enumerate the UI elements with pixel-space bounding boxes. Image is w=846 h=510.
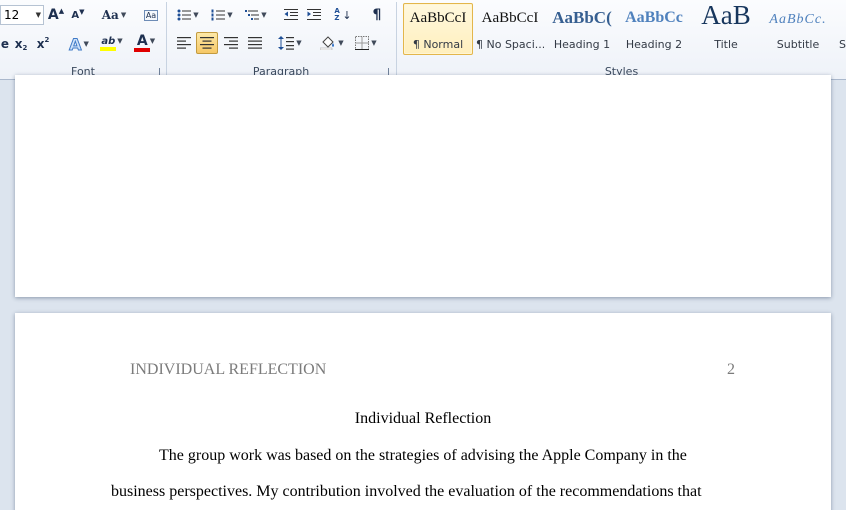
numbering-icon xyxy=(211,9,226,21)
paint-bucket-icon xyxy=(320,36,335,50)
grow-font-button[interactable]: A ▲ xyxy=(47,5,65,25)
superscript-button[interactable]: x2 xyxy=(34,34,52,54)
style-normal[interactable]: AaBbCcI ¶ Normal xyxy=(403,3,473,55)
strikethrough-button[interactable]: e xyxy=(0,34,10,54)
borders-button[interactable]: ▼ xyxy=(351,33,381,53)
show-hide-button[interactable]: ¶ xyxy=(367,5,387,25)
decrease-indent-icon xyxy=(284,9,298,20)
line-spacing-button[interactable]: ▼ xyxy=(276,33,304,53)
text-effects-icon: A xyxy=(69,34,82,54)
chevron-down-icon[interactable]: ▼ xyxy=(36,6,41,24)
clear-formatting-icon: Aa xyxy=(143,9,159,21)
subscript-button[interactable]: x2 xyxy=(12,34,30,54)
font-size-box[interactable]: 12 ▼ xyxy=(0,5,44,25)
font-color-icon: A xyxy=(136,33,148,49)
align-left-icon xyxy=(177,37,191,49)
font-size-value: 12 xyxy=(4,8,20,22)
highlight-button[interactable]: ab ▼ xyxy=(96,33,128,53)
style-sample: AaBbCcI xyxy=(409,10,467,26)
subscript-icon: x xyxy=(14,37,23,51)
line-spacing-icon xyxy=(278,36,295,50)
page-2[interactable]: INDIVIDUAL REFLECTION 2 Individual Refle… xyxy=(15,313,831,510)
style-subtitle[interactable]: AaBbCc. Subtitle xyxy=(763,3,833,55)
style-name: Title xyxy=(714,38,738,51)
page-number: 2 xyxy=(727,361,735,378)
decrease-indent-button[interactable] xyxy=(281,5,301,25)
font-color-button[interactable]: A ▼ xyxy=(131,33,161,53)
align-center-button[interactable] xyxy=(196,32,218,54)
justify-icon xyxy=(248,37,262,49)
style-sample: AaBbCc. xyxy=(769,12,827,27)
style-more[interactable]: S xyxy=(835,3,846,55)
style-name: ¶ No Spaci... xyxy=(476,38,544,51)
align-left-button[interactable] xyxy=(173,33,195,53)
style-name: Heading 2 xyxy=(625,38,683,51)
page-1[interactable] xyxy=(15,75,831,297)
style-heading-1[interactable]: AaBbC( Heading 1 xyxy=(547,3,617,55)
multilevel-list-button[interactable]: ▼ xyxy=(243,5,269,25)
style-sample: AaBbCcI xyxy=(481,10,539,26)
align-right-icon xyxy=(224,37,238,49)
bullets-button[interactable]: ▼ xyxy=(175,5,201,25)
text-effects-button[interactable]: A ▼ xyxy=(66,34,92,54)
document-title: Individual Reflection xyxy=(354,410,492,427)
shrink-font-icon: A xyxy=(71,9,80,21)
body-line: The group work was based on the strategi… xyxy=(159,447,687,464)
bullets-icon xyxy=(177,9,192,21)
shading-button[interactable]: ▼ xyxy=(317,33,347,53)
increase-indent-icon xyxy=(307,9,321,20)
style-name: ¶ Normal xyxy=(412,38,464,51)
strikethrough-icon: e xyxy=(0,37,10,51)
style-sample: AaB xyxy=(701,0,751,30)
font-group: 12 ▼ A ▲ A ▼ Aa ▼ Aa e x2 x2 A ▼ ab ▼ A … xyxy=(0,0,166,80)
paragraph-group: ▼ ▼ ▼ A Z ↓ ¶ ▼ ▼ ▼ Paragraph xyxy=(167,0,395,80)
numbering-button[interactable]: ▼ xyxy=(209,5,235,25)
superscript-digit: 2 xyxy=(44,36,50,44)
align-center-icon xyxy=(200,37,214,49)
highlight-color-bar xyxy=(100,46,116,51)
increase-indent-button[interactable] xyxy=(304,5,324,25)
style-name: S xyxy=(839,38,846,51)
style-title[interactable]: AaB Title xyxy=(691,0,761,55)
grow-font-icon: A xyxy=(47,7,59,23)
clear-formatting-button[interactable]: Aa xyxy=(141,5,161,25)
styles-group: AaBbCcI ¶ Normal AaBbCcI ¶ No Spaci... A… xyxy=(397,0,846,80)
ribbon: 12 ▼ A ▲ A ▼ Aa ▼ Aa e x2 x2 A ▼ ab ▼ A … xyxy=(0,0,846,80)
justify-button[interactable] xyxy=(244,33,266,53)
sort-button[interactable]: A Z ↓ xyxy=(333,5,353,25)
borders-icon xyxy=(355,36,370,50)
style-no-spacing[interactable]: AaBbCcI ¶ No Spaci... xyxy=(475,3,545,55)
change-case-button[interactable]: Aa ▼ xyxy=(100,5,128,25)
running-head: INDIVIDUAL REFLECTION xyxy=(130,361,327,378)
style-sample: AaBbCc xyxy=(625,9,683,26)
align-right-button[interactable] xyxy=(220,33,242,53)
superscript-icon: x xyxy=(36,37,45,51)
highlighter-icon: ab xyxy=(101,35,116,47)
change-case-label: Aa xyxy=(101,8,119,22)
subscript-digit: 2 xyxy=(22,44,28,52)
style-name: Heading 1 xyxy=(553,38,611,51)
pilcrow-icon: ¶ xyxy=(372,7,382,23)
font-color-bar xyxy=(134,48,150,52)
shrink-font-button[interactable]: A ▼ xyxy=(69,5,87,25)
multilevel-list-icon xyxy=(245,10,260,20)
body-line: business perspectives. My contribution i… xyxy=(111,483,702,500)
sort-icon: A Z xyxy=(334,7,340,22)
style-sample: AaBbC( xyxy=(552,8,612,27)
style-name: Subtitle xyxy=(776,38,820,51)
style-heading-2[interactable]: AaBbCc Heading 2 xyxy=(619,3,689,55)
document-area[interactable]: INDIVIDUAL REFLECTION 2 Individual Refle… xyxy=(0,75,846,510)
